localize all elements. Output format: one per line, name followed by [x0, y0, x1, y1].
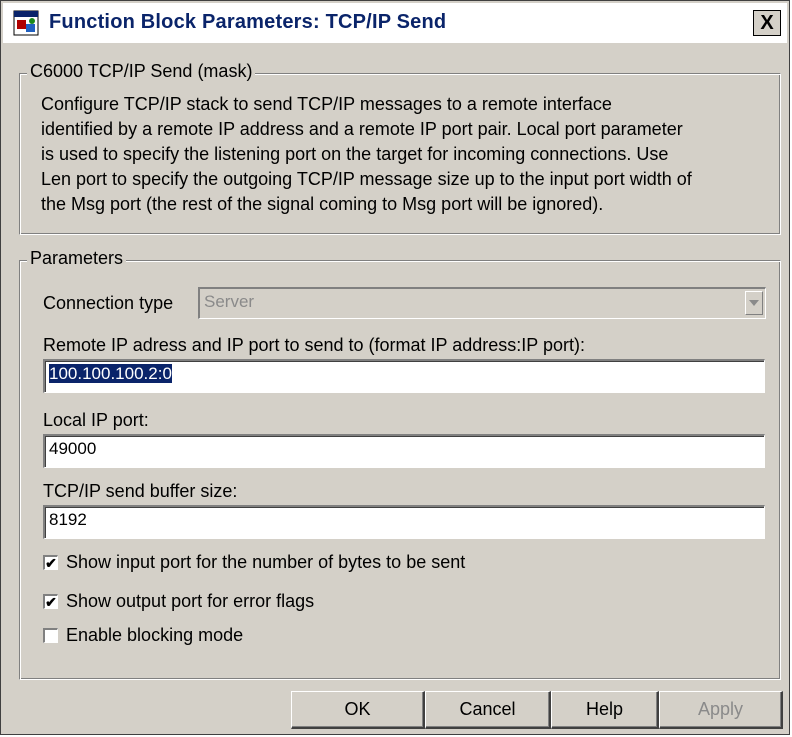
- show-output-port-checkbox[interactable]: ✔: [43, 594, 58, 609]
- dialog-window: Function Block Parameters: TCP/IP Send X…: [0, 0, 790, 735]
- close-icon: X: [760, 11, 774, 34]
- help-button[interactable]: Help: [551, 691, 659, 729]
- buffer-size-input[interactable]: 8192: [43, 505, 765, 539]
- show-input-port-checkbox-row[interactable]: ✔ Show input port for the number of byte…: [43, 552, 465, 573]
- blocking-mode-checkbox-row[interactable]: Enable blocking mode: [43, 625, 243, 646]
- cancel-button[interactable]: Cancel: [425, 691, 551, 729]
- mask-group-title: C6000 TCP/IP Send (mask): [27, 61, 256, 82]
- description-line: Configure TCP/IP stack to send TCP/IP me…: [41, 94, 612, 114]
- checkmark-icon: ✔: [45, 555, 57, 571]
- remote-ip-label: Remote IP adress and IP port to send to …: [43, 335, 585, 355]
- parameters-group-title: Parameters: [27, 248, 127, 269]
- connection-type-select[interactable]: Server: [198, 287, 766, 319]
- apply-button-label: Apply: [697, 699, 744, 719]
- local-port-input[interactable]: 49000: [43, 434, 765, 468]
- blocking-mode-checkbox[interactable]: [43, 628, 58, 643]
- show-input-port-label: Show input port for the number of bytes …: [66, 552, 466, 572]
- show-output-port-label: Show output port for error flags: [66, 591, 315, 611]
- ok-button[interactable]: OK: [291, 691, 425, 729]
- simulink-block-icon: [13, 10, 39, 36]
- apply-button[interactable]: Apply: [659, 691, 783, 729]
- title-bar[interactable]: Function Block Parameters: TCP/IP Send X: [3, 3, 787, 43]
- cancel-button-label: Cancel: [459, 699, 516, 719]
- description-line: identified by a remote IP address and a …: [41, 119, 683, 139]
- remote-ip-input[interactable]: 100.100.100.2:0: [43, 359, 765, 393]
- parameters-groupbox: [19, 260, 781, 680]
- mask-description: Configure TCP/IP stack to send TCP/IP me…: [41, 92, 781, 217]
- window-title: Function Block Parameters: TCP/IP Send: [49, 11, 447, 33]
- description-line: Len port to specify the outgoing TCP/IP …: [41, 169, 692, 189]
- ok-button-label: OK: [344, 699, 371, 719]
- connection-type-label: Connection type: [43, 293, 174, 313]
- local-port-value: 49000: [49, 439, 97, 458]
- buffer-size-label: TCP/IP send buffer size:: [43, 481, 238, 501]
- show-input-port-checkbox[interactable]: ✔: [43, 555, 58, 570]
- buffer-size-value: 8192: [49, 510, 87, 529]
- show-output-port-checkbox-row[interactable]: ✔ Show output port for error flags: [43, 591, 314, 612]
- connection-type-value: Server: [204, 292, 255, 311]
- chevron-down-icon[interactable]: [745, 291, 763, 315]
- blocking-mode-label: Enable blocking mode: [66, 625, 244, 645]
- description-line: the Msg port (the rest of the signal com…: [41, 194, 604, 214]
- close-button[interactable]: X: [753, 10, 781, 36]
- description-line: is used to specify the listening port on…: [41, 144, 669, 164]
- help-button-label: Help: [585, 699, 624, 719]
- checkmark-icon: ✔: [45, 594, 57, 610]
- local-port-label: Local IP port:: [43, 410, 149, 430]
- remote-ip-value: 100.100.100.2:0: [49, 364, 172, 383]
